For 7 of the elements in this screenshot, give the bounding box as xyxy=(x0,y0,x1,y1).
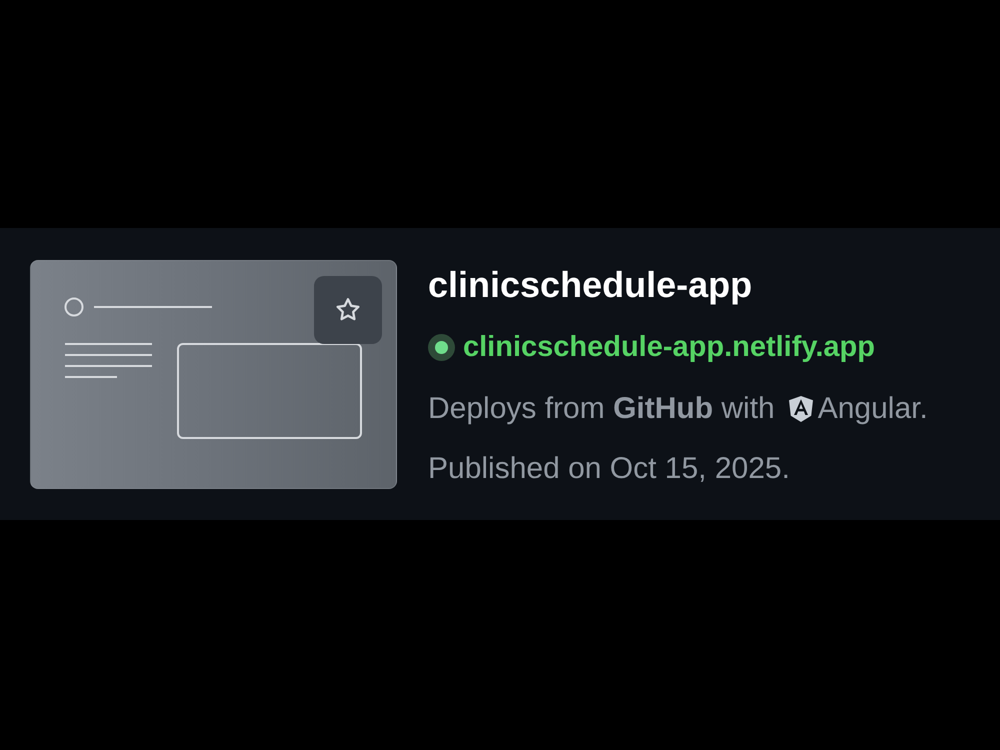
site-url-link[interactable]: clinicschedule-app.netlify.app xyxy=(463,327,875,367)
site-title: clinicschedule-app xyxy=(428,265,754,305)
published-date: Published on Oct 15, 2025. xyxy=(428,451,791,487)
shield-logo-icon xyxy=(788,396,813,422)
framework-name: Angular. xyxy=(818,391,928,427)
star-button[interactable] xyxy=(314,276,382,344)
deploy-source-text: Deploys from GitHub with xyxy=(428,391,775,427)
